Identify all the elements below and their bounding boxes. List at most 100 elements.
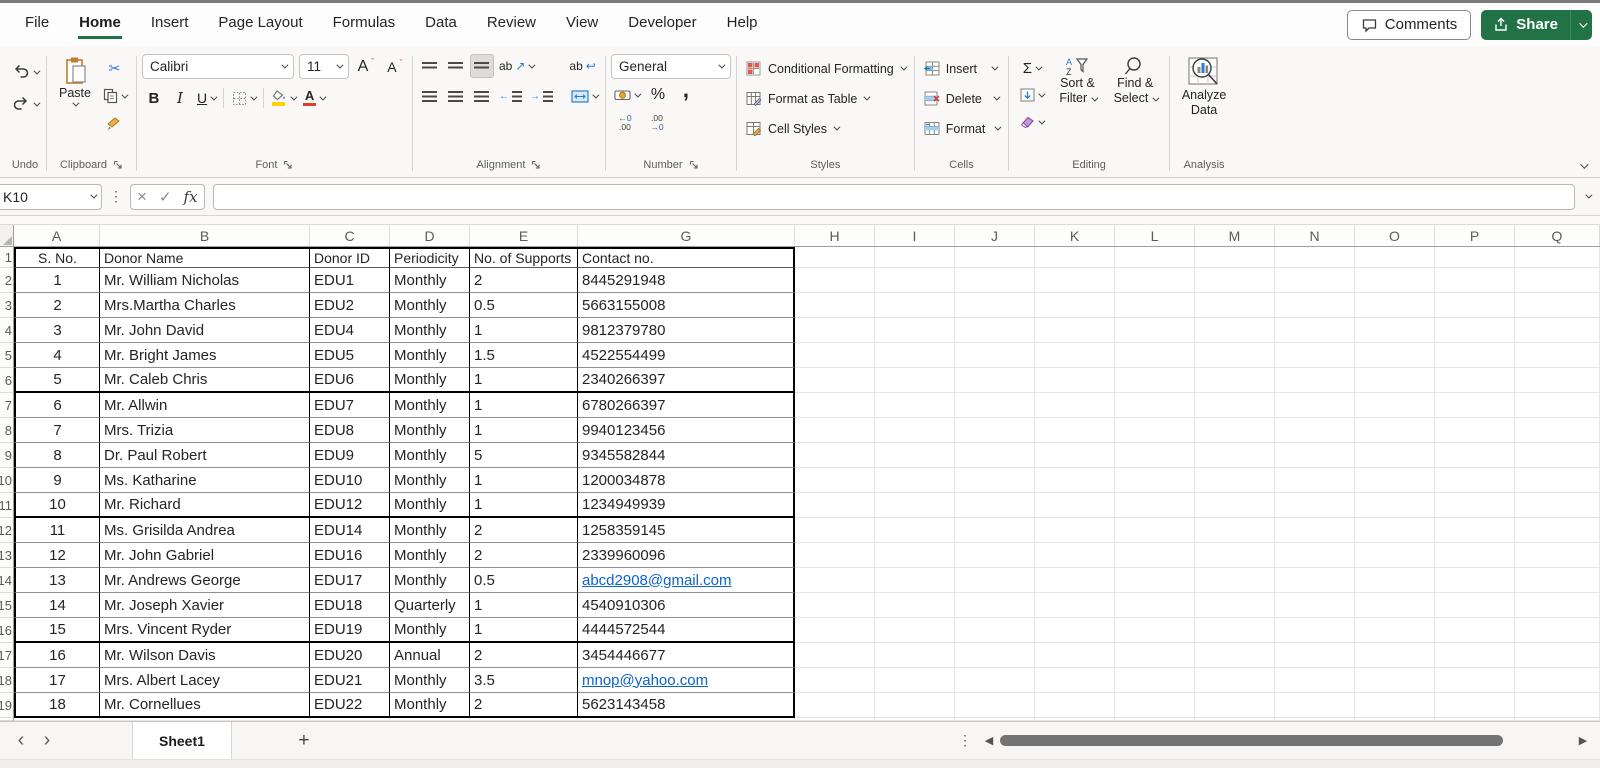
cell[interactable] [1275, 543, 1355, 568]
cell[interactable] [1355, 343, 1435, 368]
cell[interactable] [1115, 693, 1195, 718]
cell[interactable]: Mr. Joseph Xavier [100, 593, 310, 618]
menu-tab-file[interactable]: File [10, 3, 64, 46]
row-header[interactable]: 13 [0, 543, 14, 568]
accounting-format-button[interactable] [611, 83, 642, 107]
row-header[interactable]: 11 [0, 493, 14, 518]
find-select-button[interactable]: Find &Select [1107, 54, 1164, 108]
cell[interactable] [1035, 443, 1115, 468]
cell[interactable]: 5623143458 [578, 693, 795, 718]
column-header-H[interactable]: H [795, 225, 875, 246]
cell[interactable] [795, 293, 875, 318]
cell[interactable] [1035, 643, 1115, 668]
cell[interactable]: Mr. Wilson Davis [100, 643, 310, 668]
cell[interactable] [1515, 393, 1600, 418]
cell[interactable]: Donor Name [100, 247, 310, 268]
copy-button[interactable] [100, 84, 129, 108]
cell[interactable]: EDU18 [310, 593, 390, 618]
undo-button[interactable] [9, 60, 41, 84]
cell[interactable] [955, 643, 1035, 668]
cell[interactable] [1435, 668, 1515, 693]
font-name-select[interactable]: Calibri [142, 54, 294, 79]
cell[interactable] [1115, 618, 1195, 643]
cell[interactable] [1115, 418, 1195, 443]
cell[interactable] [1195, 493, 1275, 518]
number-format-select[interactable]: General [611, 54, 731, 79]
row-header[interactable]: 10 [0, 468, 14, 493]
row-header[interactable]: 5 [0, 343, 14, 368]
cell[interactable] [795, 418, 875, 443]
merge-center-button[interactable] [568, 84, 600, 108]
format-as-table-button[interactable]: Format as Table [742, 86, 872, 111]
cell[interactable]: S. No. [14, 247, 100, 268]
cell[interactable] [1435, 268, 1515, 293]
cell[interactable] [1275, 268, 1355, 293]
cell[interactable]: Annual [390, 643, 470, 668]
cell[interactable]: Monthly [390, 293, 470, 318]
column-header-P[interactable]: P [1435, 225, 1515, 246]
cell[interactable]: EDU22 [310, 693, 390, 718]
cell[interactable] [1275, 468, 1355, 493]
cell[interactable] [1355, 618, 1435, 643]
cell[interactable]: 9 [14, 468, 100, 493]
analyze-data-button[interactable]: AnalyzeData [1175, 54, 1233, 120]
paste-button[interactable]: Paste [52, 54, 98, 109]
cell[interactable]: Mrs. Trizia [100, 418, 310, 443]
cell[interactable]: Monthly [390, 393, 470, 418]
cell[interactable]: Donor ID [310, 247, 390, 268]
sheet-next-icon[interactable]: › [34, 729, 60, 752]
cell[interactable] [1195, 418, 1275, 443]
cell[interactable] [1355, 518, 1435, 543]
cell[interactable] [1355, 443, 1435, 468]
hscroll-right-icon[interactable]: ▶ [1576, 734, 1590, 747]
cell[interactable]: EDU5 [310, 343, 390, 368]
cell[interactable]: Ms. Grisilda Andrea [100, 518, 310, 543]
cell[interactable]: EDU17 [310, 568, 390, 593]
add-sheet-button[interactable]: + [290, 730, 318, 752]
insert-function-icon[interactable]: fx [184, 188, 198, 206]
increase-decimal-button[interactable]: ←0.00 [613, 111, 637, 135]
cell[interactable] [955, 543, 1035, 568]
cell[interactable]: 4540910306 [578, 593, 795, 618]
cell[interactable]: 1234949939 [578, 493, 795, 518]
cell-styles-button[interactable]: Cell Styles [742, 116, 842, 141]
cell[interactable]: EDU14 [310, 518, 390, 543]
cell[interactable] [1035, 618, 1115, 643]
decrease-indent-button[interactable]: ← [496, 84, 525, 108]
cell[interactable]: 15 [14, 618, 100, 643]
align-right-button[interactable] [470, 84, 494, 108]
cell[interactable] [1275, 643, 1355, 668]
cell[interactable] [1515, 293, 1600, 318]
hscroll-thumb[interactable] [1000, 735, 1503, 746]
cell[interactable] [1355, 693, 1435, 718]
cell[interactable] [1195, 293, 1275, 318]
cell[interactable] [795, 268, 875, 293]
cell[interactable] [875, 593, 955, 618]
align-top-button[interactable] [418, 54, 442, 78]
cell[interactable]: 14 [14, 593, 100, 618]
cell[interactable] [1275, 418, 1355, 443]
menu-tab-developer[interactable]: Developer [613, 3, 711, 46]
cell[interactable] [1275, 493, 1355, 518]
cell[interactable] [795, 668, 875, 693]
cell[interactable]: 1 [470, 468, 578, 493]
cell[interactable] [875, 543, 955, 568]
cell[interactable] [1035, 593, 1115, 618]
cell[interactable]: Monthly [390, 518, 470, 543]
cell[interactable] [1515, 518, 1600, 543]
cell[interactable]: 5663155008 [578, 293, 795, 318]
select-all-corner[interactable] [0, 225, 14, 246]
cell[interactable] [1035, 543, 1115, 568]
cell[interactable] [1275, 247, 1355, 268]
cell[interactable] [1275, 568, 1355, 593]
cell[interactable] [795, 443, 875, 468]
cell[interactable] [1355, 493, 1435, 518]
cell[interactable]: 6 [14, 393, 100, 418]
cell[interactable] [795, 593, 875, 618]
cell[interactable] [1195, 443, 1275, 468]
cell[interactable]: EDU7 [310, 393, 390, 418]
cell[interactable] [1275, 343, 1355, 368]
cell[interactable] [1035, 268, 1115, 293]
cell[interactable] [955, 443, 1035, 468]
hscroll-left-icon[interactable]: ◀ [982, 734, 996, 747]
